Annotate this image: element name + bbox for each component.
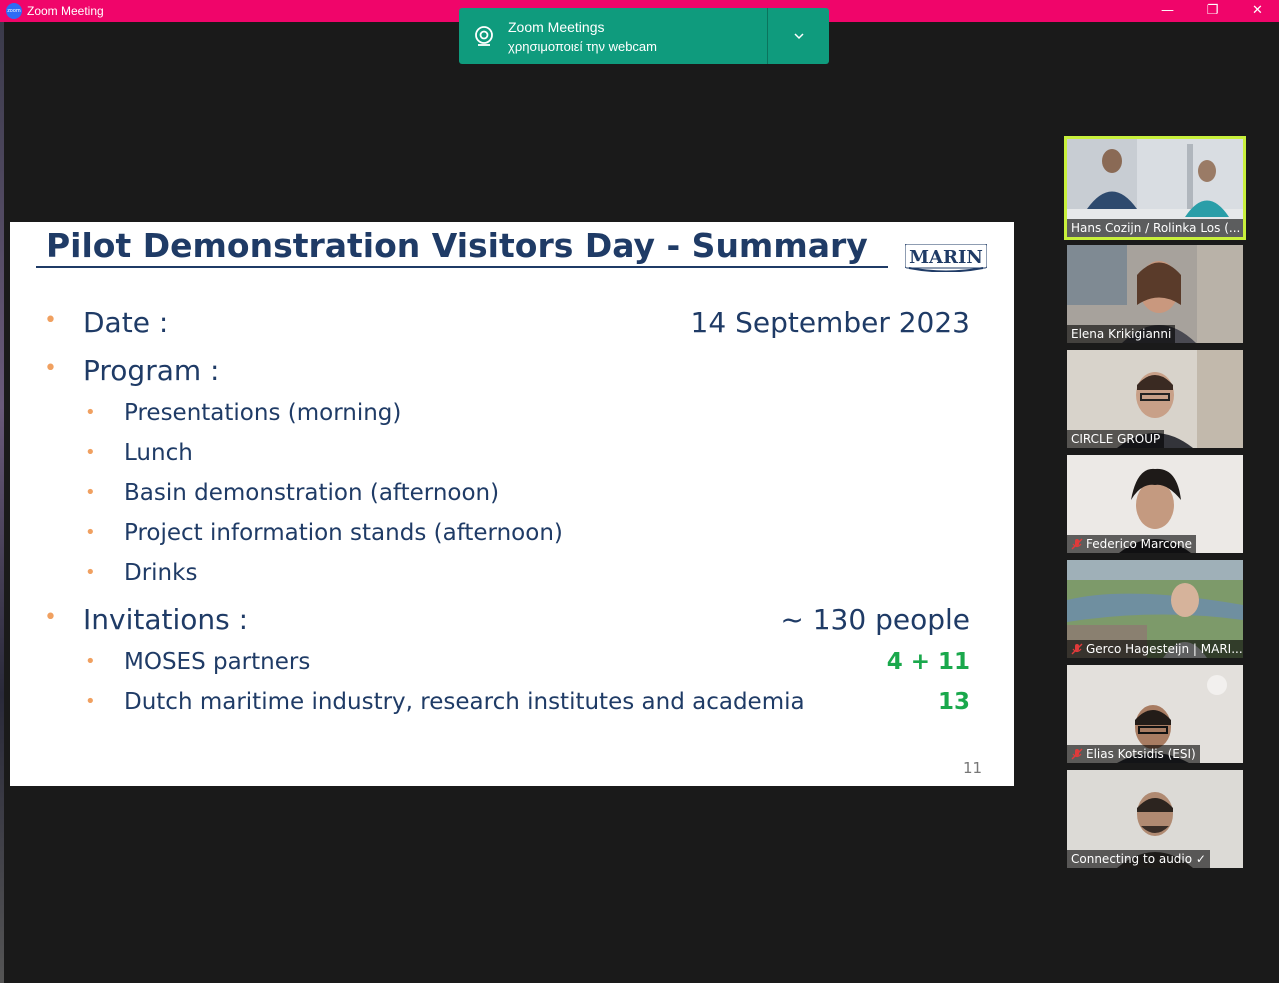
participant-name-text: Federico Marcone (1086, 537, 1192, 551)
bullet-invitations: • (44, 605, 57, 630)
shared-screen-slide: Pilot Demonstration Visitors Day - Summa… (10, 222, 1014, 786)
item-invitations-label: Invitations : (83, 603, 249, 636)
participant-name: Gerco Hagesteijn | MARI... (1067, 640, 1243, 658)
expand-notification-button[interactable] (768, 8, 829, 64)
participant-tile[interactable]: Elias Kotsidis (ESI) (1067, 665, 1243, 763)
bullet-presentations: • (85, 402, 96, 423)
notification-body: χρησιμοποιεί την webcam (508, 39, 657, 54)
mic-muted-icon (1071, 538, 1083, 550)
participant-name-text: Gerco Hagesteijn | MARI... (1086, 642, 1243, 656)
participant-tile[interactable]: Connecting to audio ✓ (1067, 770, 1243, 868)
mic-muted-icon (1071, 748, 1083, 760)
participant-name: Hans Cozijn / Rolinka Los (... (1067, 219, 1243, 237)
item-drinks: Drinks (124, 560, 198, 586)
notification-title: Zoom Meetings (508, 19, 605, 35)
bullet-moses: • (85, 651, 96, 672)
participant-name: Elena Krikigianni (1067, 325, 1176, 343)
window-title: Zoom Meeting (27, 4, 104, 18)
participant-name: CIRCLE GROUP (1067, 430, 1165, 448)
bullet-basin: • (85, 482, 96, 503)
item-stands: Project information stands (afternoon) (124, 520, 563, 546)
chevron-down-icon (793, 33, 804, 39)
maximize-button[interactable]: ❐ (1190, 0, 1235, 22)
participant-tile[interactable]: Elena Krikigianni (1067, 245, 1243, 343)
item-basin: Basin demonstration (afternoon) (124, 480, 500, 506)
item-presentations: Presentations (morning) (124, 400, 402, 426)
bullet-stands: • (85, 522, 96, 543)
participant-tile[interactable]: CIRCLE GROUP (1067, 350, 1243, 448)
item-moses-value: 4 + 11 (886, 649, 970, 675)
bullet-dutch: • (85, 691, 96, 712)
item-moses-label: MOSES partners (124, 649, 311, 675)
participant-name: Connecting to audio ✓ (1067, 850, 1210, 868)
slide-title: Pilot Demonstration Visitors Day - Summa… (46, 226, 868, 265)
participant-name: Federico Marcone (1067, 535, 1196, 553)
webcam-icon (475, 26, 493, 46)
bullet-lunch: • (85, 442, 96, 463)
item-dutch-label: Dutch maritime industry, research instit… (124, 689, 805, 715)
item-date-label: Date : (83, 306, 169, 339)
participant-tile[interactable]: Gerco Hagesteijn | MARI... (1067, 560, 1243, 658)
participant-name-text: Elias Kotsidis (ESI) (1086, 747, 1196, 761)
close-button[interactable]: ✕ (1235, 0, 1279, 22)
item-lunch: Lunch (124, 440, 193, 466)
bullet-date: • (44, 308, 57, 333)
participant-tile[interactable]: Federico Marcone (1067, 455, 1243, 553)
mic-muted-icon (1071, 643, 1083, 655)
participant-tile[interactable]: Hans Cozijn / Rolinka Los (... (1064, 136, 1246, 240)
desktop-edge (0, 22, 4, 983)
slide-page-number: 11 (963, 759, 983, 777)
item-date-value: 14 September 2023 (690, 306, 970, 339)
marin-logo: MARIN (905, 244, 987, 272)
minimize-button[interactable]: — (1145, 0, 1190, 22)
item-invitations-value: ~ 130 people (780, 603, 970, 636)
participant-name: Elias Kotsidis (ESI) (1067, 745, 1200, 763)
zoom-logo-icon: zoom (6, 3, 22, 19)
webcam-notification[interactable]: Zoom Meetings χρησιμοποιεί την webcam (459, 8, 829, 64)
zoom-meeting-window: zoom Zoom Meeting — ❐ ✕ Zoom Meetings χρ… (0, 0, 1279, 983)
item-program-label: Program : (83, 354, 220, 387)
svg-text:MARIN: MARIN (909, 247, 983, 268)
bullet-drinks: • (85, 562, 96, 583)
title-underline (36, 266, 888, 268)
item-dutch-value: 13 (937, 689, 970, 715)
bullet-program: • (44, 356, 57, 381)
